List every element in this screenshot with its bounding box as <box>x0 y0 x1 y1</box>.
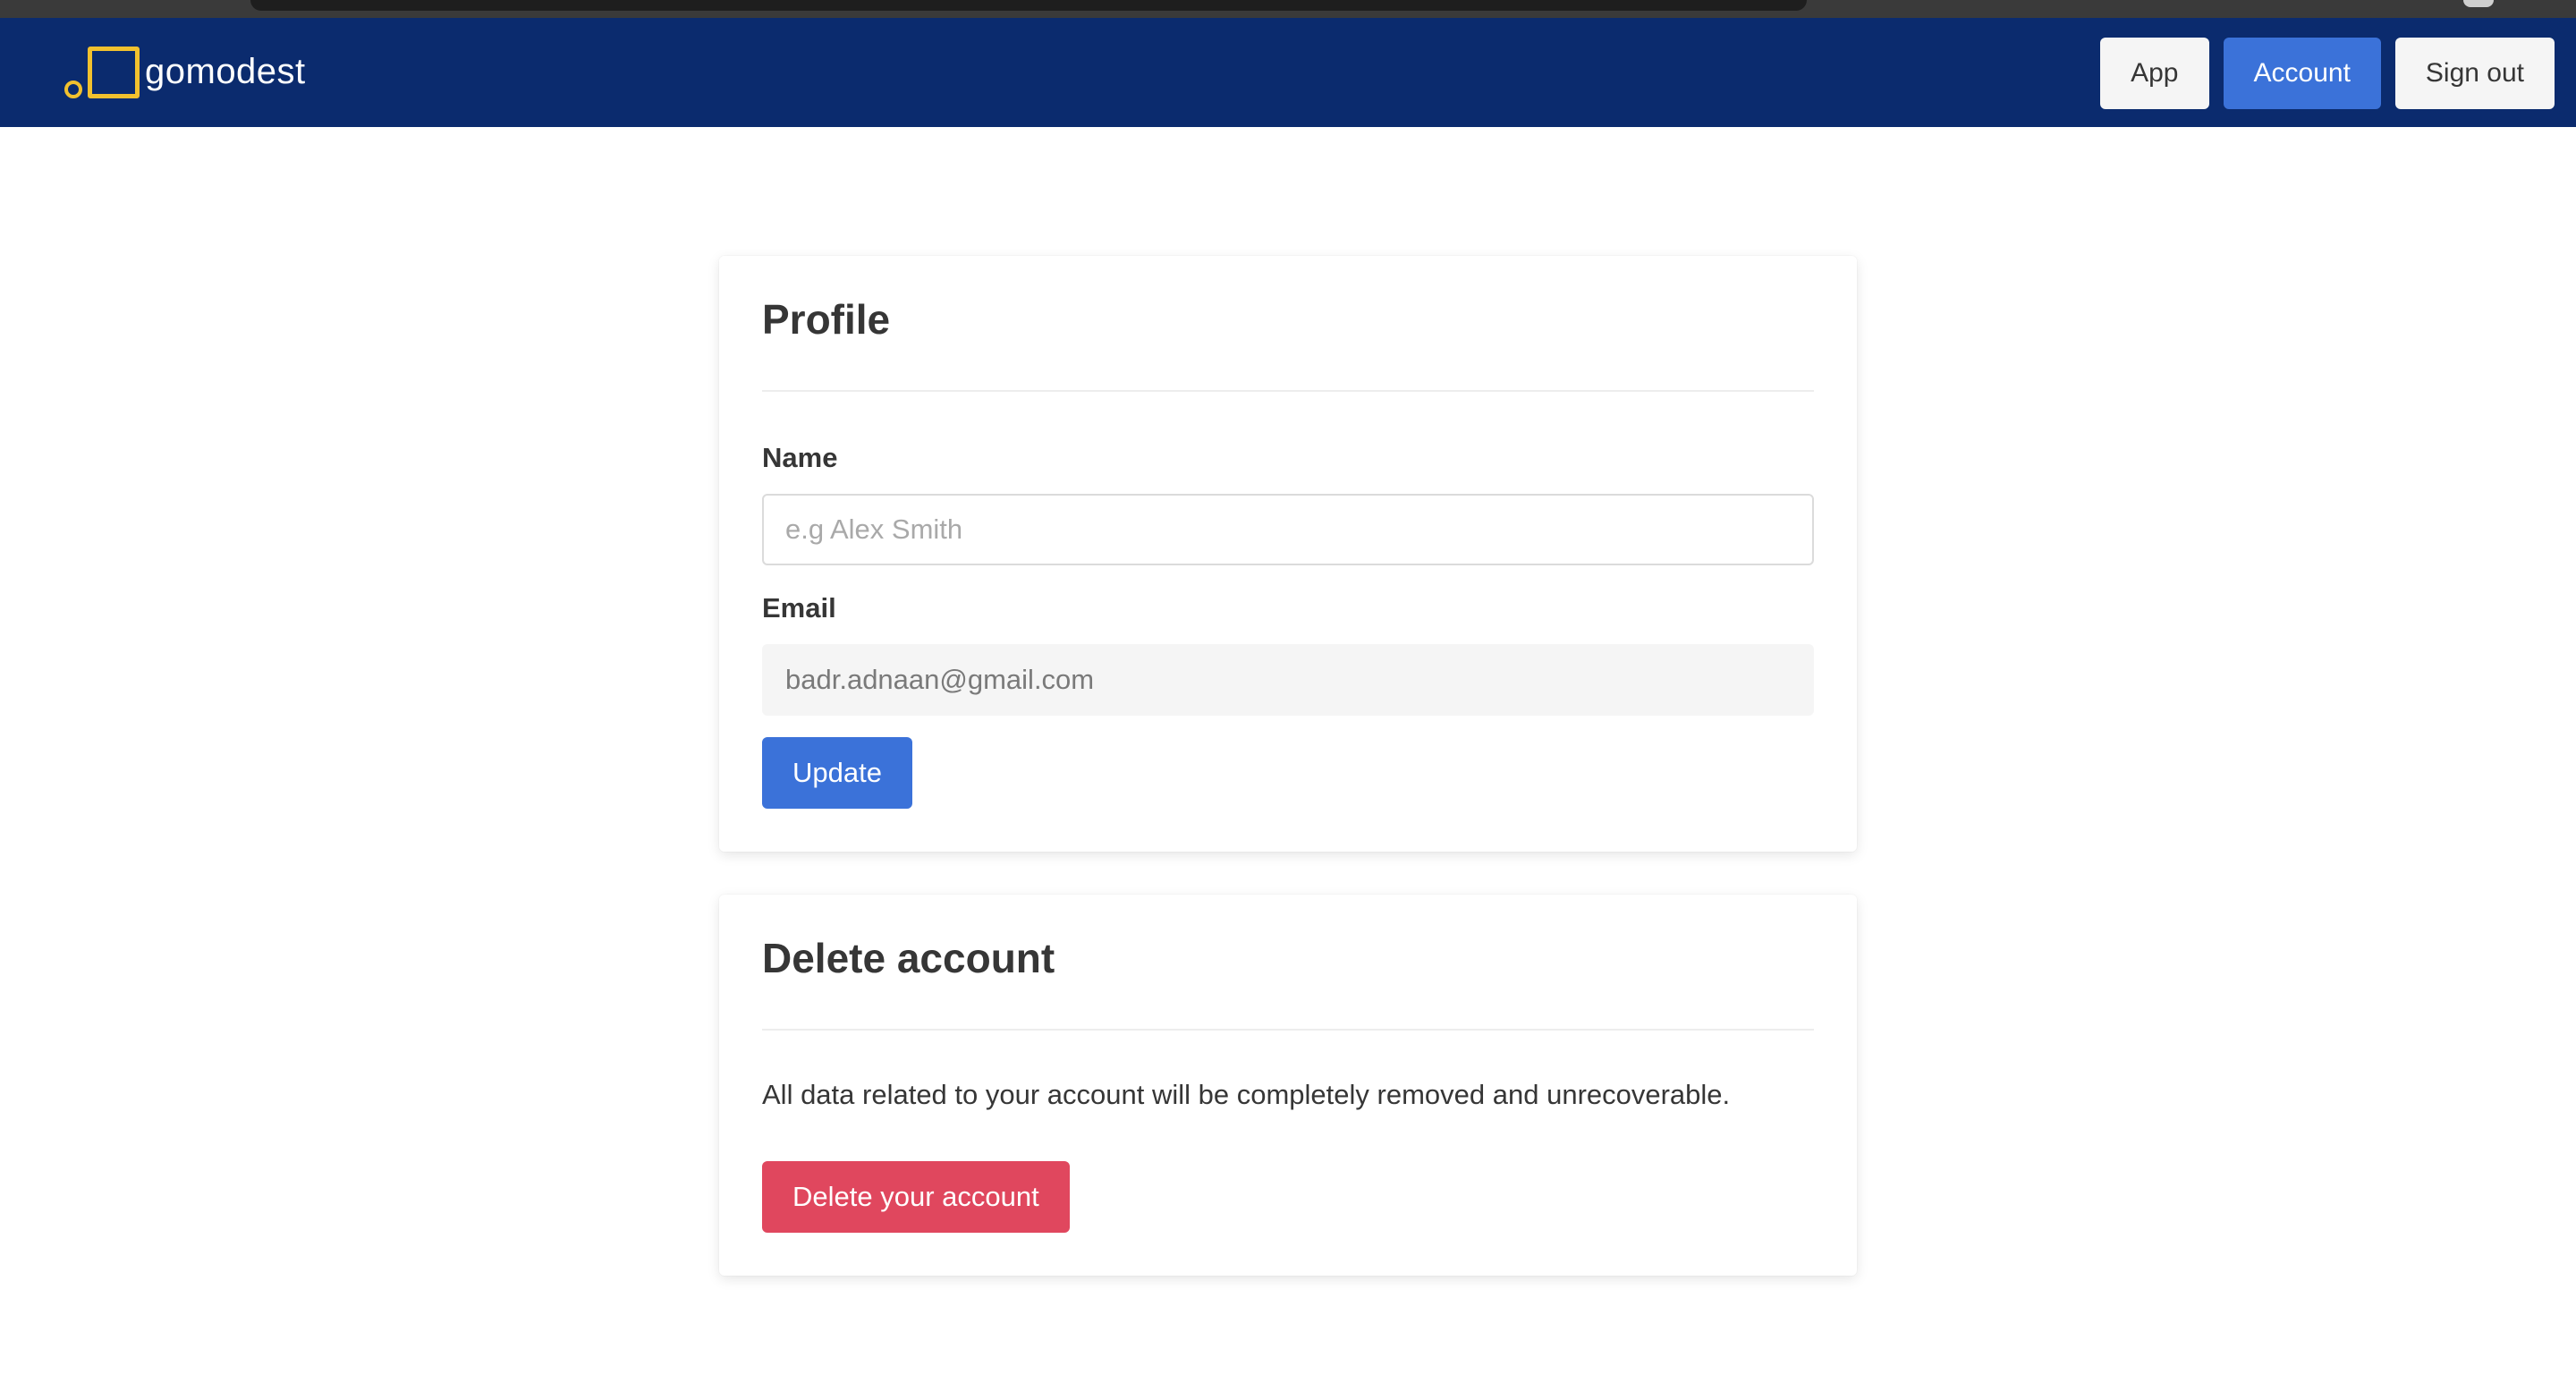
update-button[interactable]: Update <box>762 737 912 809</box>
logo-circle-icon <box>64 81 82 98</box>
logo-square-icon <box>88 47 140 98</box>
email-field <box>762 644 1814 716</box>
browser-top-strip <box>0 0 2576 18</box>
sign-out-button[interactable]: Sign out <box>2394 38 2555 109</box>
email-label: Email <box>762 592 836 624</box>
top-navbar: gomodest App Account Sign out <box>0 18 2576 127</box>
account-button[interactable]: Account <box>2223 38 2381 109</box>
brand-name: gomodest <box>145 51 306 91</box>
address-bar-edge <box>250 0 1807 11</box>
logo-icon <box>63 45 140 98</box>
profile-card: Profile Name Email Update <box>719 256 1857 852</box>
delete-account-card: Delete account All data related to your … <box>719 895 1857 1276</box>
profile-circle-icon <box>2463 0 2494 7</box>
name-input[interactable] <box>762 494 1814 565</box>
name-label: Name <box>762 442 838 473</box>
delete-account-button[interactable]: Delete your account <box>762 1161 1070 1233</box>
nav-buttons: App Account Sign out <box>2100 38 2555 109</box>
profile-divider <box>762 390 1814 392</box>
brand-logo-link[interactable]: gomodest <box>63 45 306 98</box>
delete-account-description: All data related to your account will be… <box>762 1079 1731 1110</box>
delete-account-title: Delete account <box>762 935 1055 981</box>
app-button[interactable]: App <box>2100 38 2209 109</box>
delete-account-divider <box>762 1029 1814 1031</box>
profile-title: Profile <box>762 296 891 343</box>
